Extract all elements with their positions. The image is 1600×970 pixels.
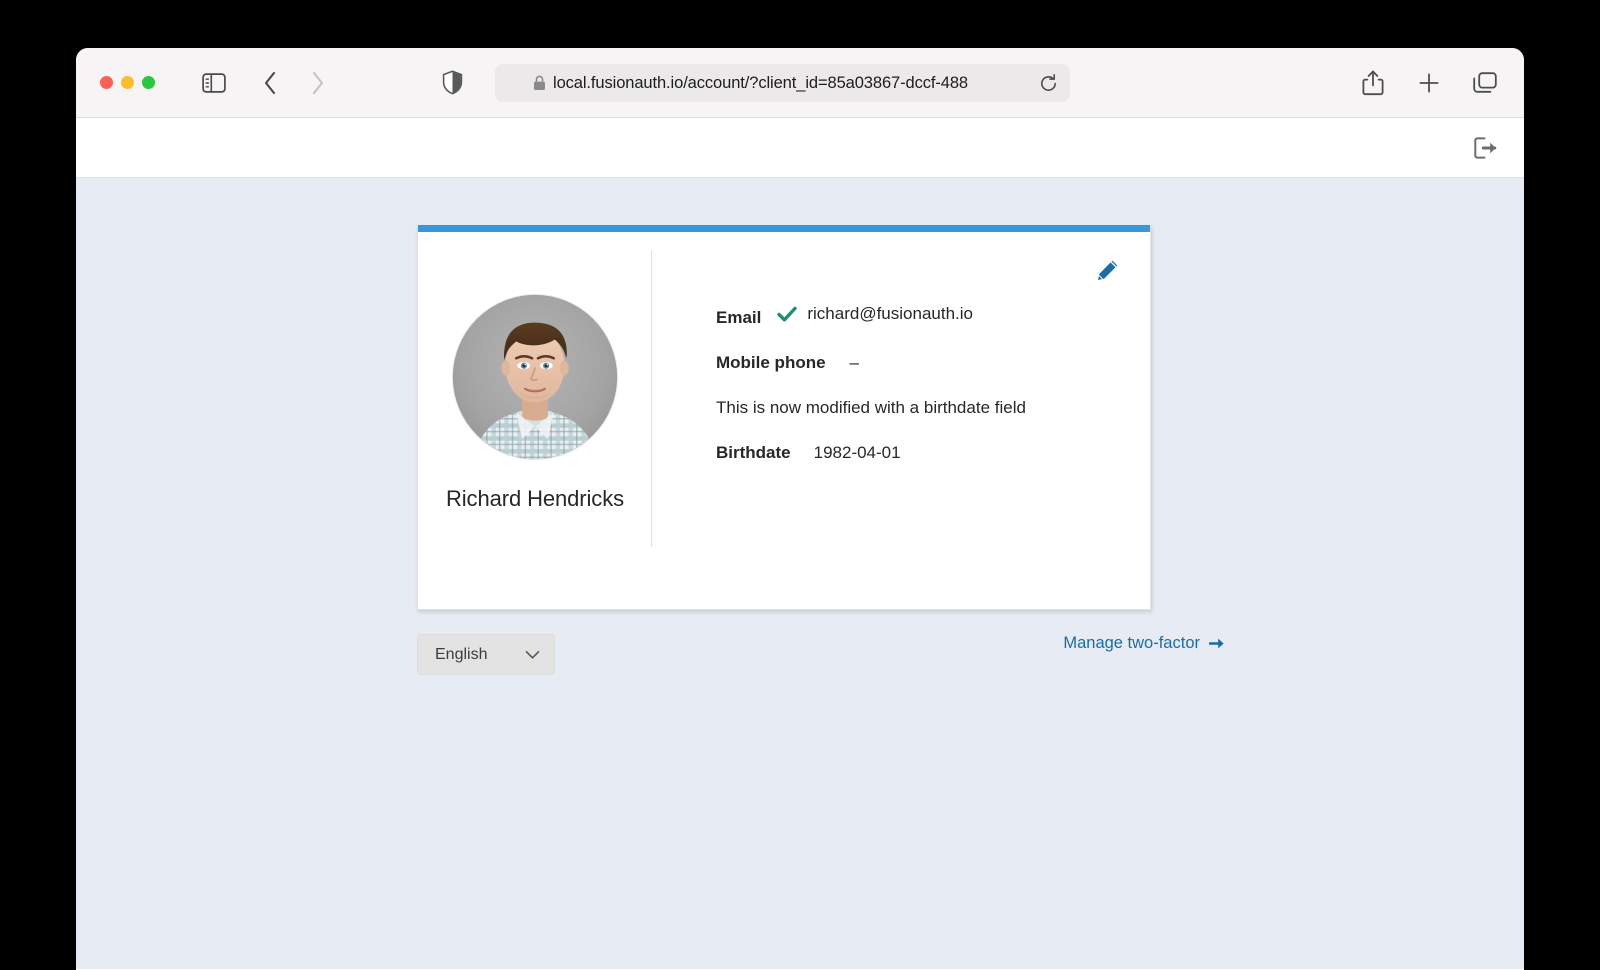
account-card: Richard Hendricks Email richard@fusionau… <box>417 225 1151 610</box>
maximize-window-button[interactable] <box>142 76 155 89</box>
browser-window: local.fusionauth.io/account/?client_id=8… <box>76 48 1524 970</box>
email-value: richard@fusionauth.io <box>807 304 973 323</box>
shield-icon[interactable] <box>435 66 469 100</box>
arrow-right-icon <box>1209 636 1225 651</box>
detail-row: Email richard@fusionauth.io <box>716 304 1150 328</box>
birthdate-label: Birthdate <box>716 442 791 462</box>
url-bar[interactable]: local.fusionauth.io/account/?client_id=8… <box>495 64 1070 102</box>
pencil-icon[interactable] <box>1094 258 1120 284</box>
email-value-wrap: richard@fusionauth.io <box>777 304 973 324</box>
page-body: Richard Hendricks Email richard@fusionau… <box>76 178 1524 969</box>
profile-pane: Richard Hendricks <box>419 250 652 547</box>
card-inner: Richard Hendricks Email richard@fusionau… <box>418 232 1150 610</box>
mobile-phone-value: – <box>849 352 860 372</box>
forward-button[interactable] <box>301 66 335 100</box>
mobile-phone-label: Mobile phone <box>716 352 826 372</box>
manage-two-factor-label: Manage two-factor <box>1063 634 1200 652</box>
minimize-window-button[interactable] <box>121 76 134 89</box>
reload-icon[interactable] <box>1039 73 1058 93</box>
back-button[interactable] <box>253 66 287 100</box>
detail-row: Mobile phone – <box>716 353 1150 373</box>
app-navbar <box>76 118 1524 178</box>
manage-two-factor-link[interactable]: Manage two-factor <box>1063 634 1225 653</box>
locale-select[interactable]: English <box>417 634 555 675</box>
email-label: Email <box>716 307 762 327</box>
url-text: local.fusionauth.io/account/?client_id=8… <box>553 73 968 92</box>
chevron-down-icon <box>525 650 540 660</box>
detail-row: Birthdate 1982-04-01 <box>716 443 1150 463</box>
avatar <box>452 294 618 460</box>
profile-name: Richard Hendricks <box>445 486 625 511</box>
details-pane: Email richard@fusionauth.io Mobile phone <box>652 232 1150 610</box>
logout-icon[interactable] <box>1474 136 1497 159</box>
toolbar-right-actions <box>1356 66 1502 100</box>
profile-note: This is now modified with a birthdate fi… <box>716 397 1026 417</box>
tab-overview-icon[interactable] <box>1468 66 1502 100</box>
close-window-button[interactable] <box>100 76 113 89</box>
share-icon[interactable] <box>1356 66 1390 100</box>
birthdate-value: 1982-04-01 <box>813 442 901 462</box>
plus-icon[interactable] <box>1412 66 1446 100</box>
locale-select-value: English <box>435 645 488 663</box>
lock-icon <box>533 75 546 91</box>
card-accent-bar <box>418 225 1150 232</box>
window-traffic-lights <box>100 76 155 89</box>
browser-toolbar: local.fusionauth.io/account/?client_id=8… <box>76 48 1524 118</box>
sidebar-toggle-icon[interactable] <box>197 66 231 100</box>
check-icon <box>777 306 798 323</box>
